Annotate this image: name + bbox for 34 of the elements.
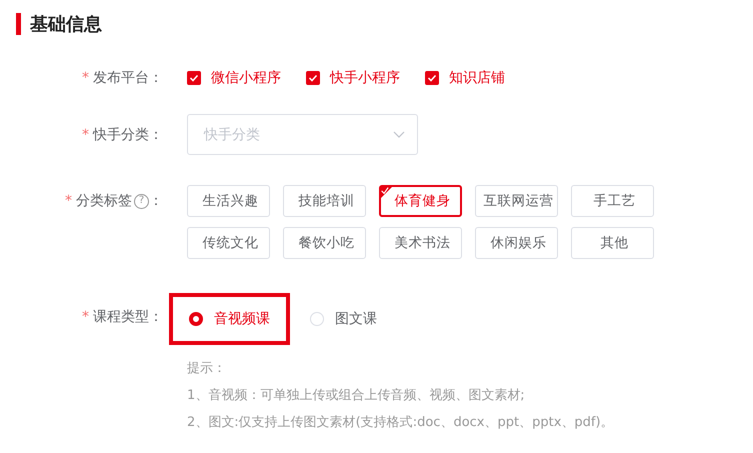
checkbox-option[interactable]: 快手小程序	[306, 68, 400, 88]
hint-text: 2、图文:仅支持上传图文素材(支持格式:doc、docx、ppt、pptx、pdf)。	[187, 414, 615, 432]
tag-button[interactable]: 其他	[571, 227, 654, 259]
tag-button[interactable]: 手工艺	[571, 185, 654, 217]
required-mark: *	[82, 70, 89, 86]
field-label: 分类标签	[76, 192, 132, 210]
required-mark: *	[82, 309, 89, 325]
checkbox-option[interactable]: 微信小程序	[187, 68, 281, 88]
radio-option[interactable]: 音视频课	[189, 309, 270, 329]
field-label: 快手分类：	[93, 126, 163, 144]
tag-button[interactable]: 休闲娱乐	[475, 227, 558, 259]
tag-button[interactable]: 餐饮小吃	[283, 227, 366, 259]
required-mark: *	[82, 126, 89, 142]
corner-check-icon	[380, 186, 393, 199]
tag-button[interactable]: 体育健身	[379, 185, 462, 217]
check-icon	[189, 74, 199, 82]
required-mark: *	[65, 193, 72, 209]
tag-button[interactable]: 互联网运营	[475, 185, 558, 217]
chevron-down-icon	[393, 131, 405, 138]
hint-text: 提示：	[187, 360, 227, 378]
colon: ：	[149, 192, 163, 210]
check-icon	[308, 74, 318, 82]
field-label: 课程类型：	[93, 308, 163, 326]
section-title: 基础信息	[30, 13, 102, 36]
tag-button[interactable]: 技能培训	[283, 185, 366, 217]
hint-text: 1、音视频：可单独上传或组合上传音频、视频、图文素材;	[187, 387, 526, 405]
check-icon	[427, 74, 437, 82]
tag-button[interactable]: 生活兴趣	[187, 185, 270, 217]
tag-button[interactable]: 美术书法	[379, 227, 462, 259]
field-label: 发布平台：	[93, 69, 163, 87]
checkbox-option[interactable]: 知识店铺	[425, 68, 505, 88]
tag-button[interactable]: 传统文化	[187, 227, 270, 259]
section-marker	[16, 13, 21, 35]
radio-option[interactable]: 图文课	[310, 309, 377, 329]
